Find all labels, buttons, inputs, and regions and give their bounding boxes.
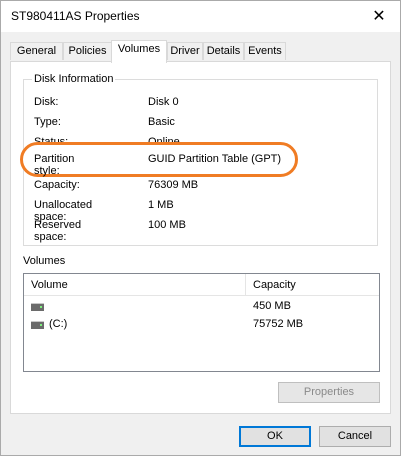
tab-details[interactable]: Details [203, 42, 244, 60]
tab-general[interactable]: General [10, 42, 63, 60]
volumes-section-label: Volumes [23, 255, 66, 267]
properties-dialog: ST980411AS Properties ✕ General Policies… [0, 0, 401, 456]
close-icon: ✕ [372, 8, 386, 25]
partition-style-highlight: Partition style: GUID Partition Table (G… [20, 142, 298, 177]
volume-name: (C:) [49, 318, 68, 330]
properties-button[interactable]: Properties [278, 382, 380, 403]
info-value: Basic [148, 116, 175, 128]
column-header-volume[interactable]: Volume [24, 274, 246, 296]
info-label: Type: [34, 116, 61, 128]
info-value: 1 MB [148, 199, 174, 211]
info-value: 76309 MB [148, 179, 199, 191]
column-header-capacity[interactable]: Capacity [246, 274, 379, 296]
info-value: GUID Partition Table (GPT) [148, 153, 282, 165]
volume-capacity: 75752 MB [253, 318, 304, 330]
info-label: Capacity: [34, 179, 80, 191]
tab-volumes[interactable]: Volumes [111, 40, 167, 63]
volume-capacity: 450 MB [253, 300, 291, 312]
group-legend: Disk Information [32, 73, 116, 85]
list-item[interactable]: (C:) 75752 MB [24, 317, 379, 335]
tab-events[interactable]: Events [244, 42, 286, 60]
volumes-list[interactable]: Volume Capacity 450 MB (C:) 75752 MB [23, 273, 380, 372]
window-title: ST980411AS Properties [11, 9, 140, 23]
volumes-tab-panel: Disk Information Disk: Disk 0 Type: Basi… [10, 61, 391, 414]
info-label: Disk: [34, 96, 59, 108]
title-bar: ST980411AS Properties ✕ [1, 1, 400, 32]
info-label: Reserved space: [34, 219, 82, 243]
info-value: Disk 0 [148, 96, 179, 108]
drive-icon [31, 321, 44, 329]
close-button[interactable]: ✕ [364, 3, 394, 29]
tab-driver[interactable]: Driver [167, 42, 203, 60]
tab-policies[interactable]: Policies [63, 42, 112, 60]
cancel-button[interactable]: Cancel [319, 426, 391, 447]
info-label: Partition style: [34, 153, 75, 177]
ok-button[interactable]: OK [239, 426, 311, 447]
list-item[interactable]: 450 MB [24, 299, 379, 317]
info-value: 100 MB [148, 219, 186, 231]
drive-icon [31, 303, 44, 311]
